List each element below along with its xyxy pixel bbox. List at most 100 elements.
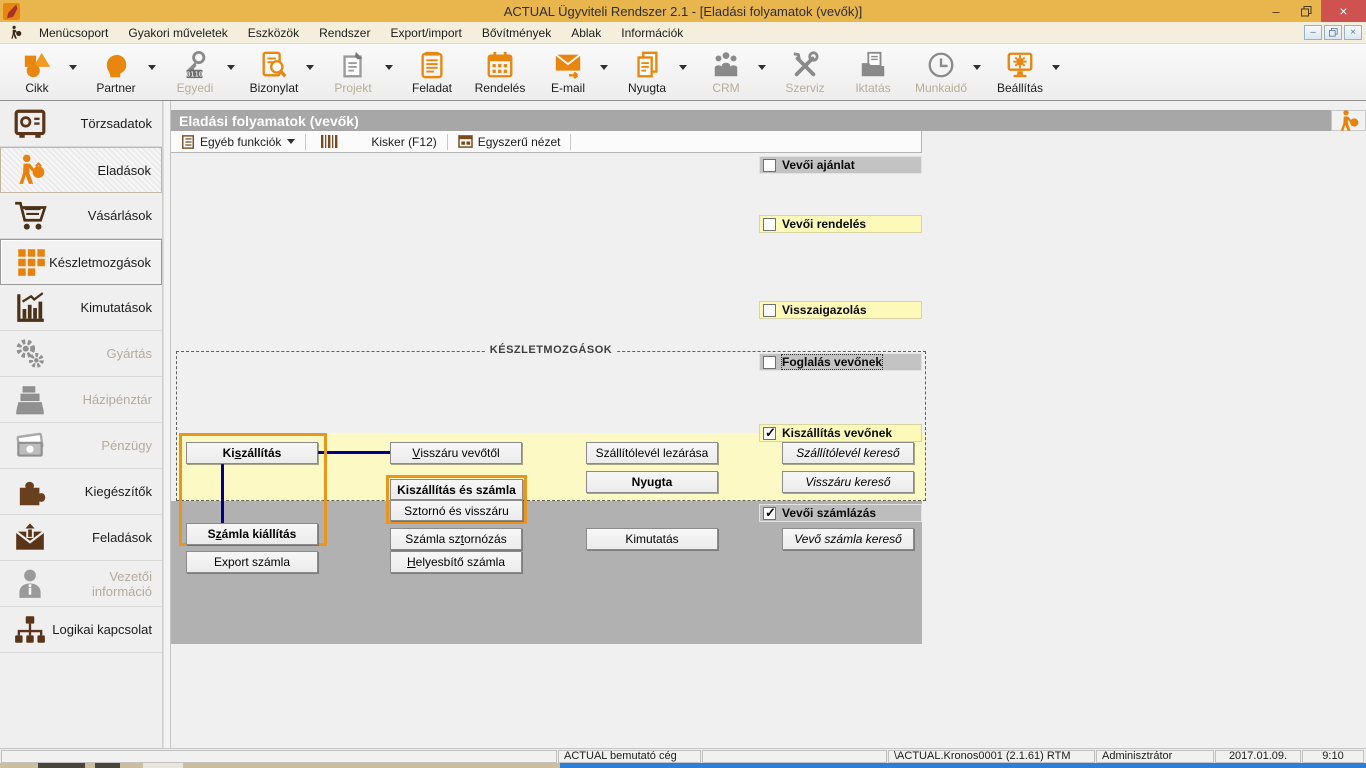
chevron-down-icon[interactable] <box>306 65 314 70</box>
inventory-group-label: KÉSZLETMOZGÁSOK <box>486 344 616 356</box>
person-bag-icon <box>14 153 48 187</box>
simple-view-button[interactable]: Egyszerű nézet <box>448 131 571 152</box>
person-bag-icon <box>1337 109 1361 133</box>
mdi-close-button[interactable]: × <box>1344 25 1362 40</box>
toolbar-feladat[interactable]: Feladat <box>403 50 461 95</box>
status-time: 9:10 <box>1302 750 1364 763</box>
statusbar: ACTUAL bemutató cég \ACTUAL.Kronos0001 (… <box>0 748 1366 763</box>
chevron-down-icon[interactable] <box>385 65 393 70</box>
restore-button[interactable] <box>1291 0 1321 22</box>
grid-squares-icon <box>14 245 48 279</box>
menu-bovitmenyek[interactable]: Bővítmények <box>472 23 561 43</box>
checkbox-row-foglalas-vevonek[interactable]: Foglalás vevőnek <box>759 353 922 371</box>
toolbar-email[interactable]: E-mail <box>539 50 608 95</box>
chevron-down-icon[interactable] <box>600 65 608 70</box>
checkbox-row-vevoi-szamlazas[interactable]: Vevői számlázás <box>759 504 922 522</box>
restore-icon <box>1301 6 1312 17</box>
menu-menucsoport[interactable]: Menücsoport <box>29 23 118 43</box>
chevron-down-icon[interactable] <box>758 65 766 70</box>
toolbar-partner[interactable]: Partner <box>87 50 156 95</box>
mdi-restore-button[interactable] <box>1324 25 1342 40</box>
menu-export-import[interactable]: Export/import <box>380 23 471 43</box>
szamla-sztornozas-button[interactable]: Számla sztornózás <box>390 528 522 550</box>
sidebar-item-torzsadatok[interactable]: Törzsadatok <box>0 101 162 147</box>
menu-person-icon <box>8 25 23 40</box>
vevo-szamla-kereso-button[interactable]: Vevő számla kereső <box>782 528 914 550</box>
other-functions-button[interactable]: Egyéb funkciók <box>171 131 305 152</box>
chevron-down-icon[interactable] <box>227 65 235 70</box>
svg-text:0110: 0110 <box>186 69 203 78</box>
toolbar-crm[interactable]: CRM <box>697 50 766 95</box>
status-company: ACTUAL bemutató cég <box>558 750 701 763</box>
sidebar-item-hazipenztar[interactable]: Házipénztár <box>0 377 162 423</box>
sidebar-splitter[interactable] <box>163 101 171 748</box>
visszaru-vevotol-button[interactable]: Visszáru vevőtől <box>390 442 522 464</box>
minimize-button[interactable]: – <box>1261 0 1291 22</box>
sidebar-item-kiegeszitok[interactable]: Kiegészítők <box>0 469 162 515</box>
status-user: Adminisztrátor <box>1096 750 1214 763</box>
page-title: Eladási folyamatok (vevők) <box>171 110 1331 131</box>
sidebar-item-penzugy[interactable]: Pénzügy <box>0 423 162 469</box>
checkbox-row-kiszallitas-vevonek[interactable]: Kiszállítás vevőnek <box>759 424 922 442</box>
sztorno-es-visszaru-button[interactable]: Sztornó és visszáru <box>390 500 523 521</box>
sidebar-item-gyartas[interactable]: Gyártás <box>0 331 162 377</box>
visszaru-kereso-button[interactable]: Visszáru kereső <box>782 471 914 493</box>
sidebar-item-kimutatasok[interactable]: Kimutatások <box>0 285 162 331</box>
menubar: Menücsoport Gyakori műveletek Eszközök R… <box>0 22 1366 44</box>
toolbar-szerviz[interactable]: Szerviz <box>776 50 834 95</box>
toolbar-projekt[interactable]: Projekt <box>324 50 393 95</box>
sidebar-item-feladasok[interactable]: Feladások <box>0 515 162 561</box>
toolbar-beallitas[interactable]: Beállítás <box>991 50 1060 95</box>
nyugta-button[interactable]: Nyugta <box>586 471 718 493</box>
kiszallitas-es-szamla-button[interactable]: Kiszállítás és számla <box>390 479 523 500</box>
close-button[interactable]: × <box>1321 0 1366 22</box>
person-icon <box>13 567 47 601</box>
flow-canvas: KÉSZLETMOZGÁSOK Vevői ajánlat Vevői rend… <box>171 153 1366 748</box>
sidebar-item-vasarlasok[interactable]: Vásárlások <box>0 193 162 239</box>
chevron-down-icon[interactable] <box>973 65 981 70</box>
checkbox[interactable] <box>763 218 776 231</box>
envelope-icon <box>553 50 583 80</box>
sidebar-item-keszletmozgasok[interactable]: Készletmozgások <box>0 239 162 285</box>
szallitolevel-kereso-button[interactable]: Szállítólevél kereső <box>782 442 914 464</box>
toolbar-nyugta[interactable]: Nyugta <box>618 50 687 95</box>
checkbox-row-vevoi-rendeles[interactable]: Vevői rendelés <box>759 215 922 233</box>
szallitolevel-lezarasa-button[interactable]: Szállítólevél lezárása <box>586 442 718 464</box>
toolbar-munkaido[interactable]: Munkaidő <box>912 50 981 95</box>
chevron-down-icon[interactable] <box>679 65 687 70</box>
checkbox-row-visszaigazolas[interactable]: Visszaigazolás <box>759 301 922 319</box>
sidebar-item-logikai-kapcsolat[interactable]: Logikai kapcsolat <box>0 607 162 653</box>
checkbox[interactable] <box>763 507 776 520</box>
helyesbito-szamla-button[interactable]: Helyesbítő számla <box>390 551 522 573</box>
chevron-down-icon[interactable] <box>69 65 77 70</box>
kisker-button[interactable]: Kisker (F12) <box>306 131 446 152</box>
toolbar-rendeles[interactable]: Rendelés <box>471 50 529 95</box>
szamla-kiallitas-button[interactable]: Számla kiállítás <box>186 523 318 545</box>
sidebar-item-vezetoi-informacio[interactable]: Vezetői információ <box>0 561 162 607</box>
checkbox[interactable] <box>763 356 776 369</box>
checkbox[interactable] <box>763 304 776 317</box>
simple-view-icon <box>458 135 473 148</box>
kimutatas-button[interactable]: Kimutatás <box>586 528 718 550</box>
toolbar-cikk[interactable]: Cikk <box>8 50 77 95</box>
sidebar-item-eladasok[interactable]: Eladások <box>0 147 162 193</box>
menu-ablak[interactable]: Ablak <box>561 23 611 43</box>
chevron-down-icon[interactable] <box>148 65 156 70</box>
safe-icon <box>13 107 47 141</box>
toolbar-bizonylat[interactable]: Bizonylat <box>245 50 314 95</box>
toolbar-egyedi[interactable]: 0110 Egyedi <box>166 50 235 95</box>
menu-eszkozok[interactable]: Eszközök <box>238 23 309 43</box>
checkbox[interactable] <box>763 427 776 440</box>
menu-rendszer[interactable]: Rendszer <box>309 23 380 43</box>
menu-gyakori-muveletek[interactable]: Gyakori műveletek <box>118 23 237 43</box>
chevron-down-icon[interactable] <box>1052 65 1060 70</box>
mdi-minimize-button[interactable]: – <box>1304 25 1322 40</box>
export-szamla-button[interactable]: Export számla <box>186 551 318 573</box>
checkbox[interactable] <box>763 159 776 172</box>
kiszallitas-button[interactable]: Kiszállítás <box>186 442 318 464</box>
toolbar-iktatas[interactable]: Iktatás <box>844 50 902 95</box>
cash-register-icon <box>13 383 47 417</box>
menu-informaciok[interactable]: Információk <box>611 23 693 43</box>
chevron-down-icon <box>287 139 295 144</box>
checkbox-row-vevoi-ajanlat[interactable]: Vevői ajánlat <box>759 156 922 174</box>
